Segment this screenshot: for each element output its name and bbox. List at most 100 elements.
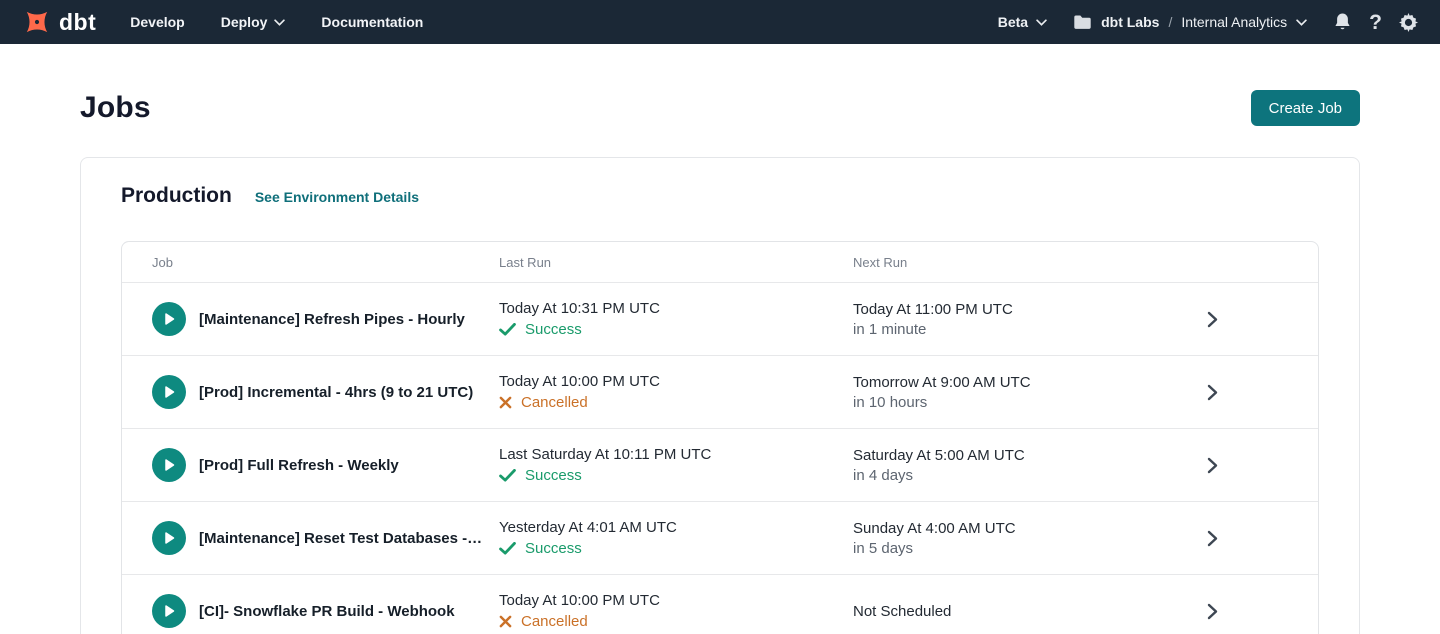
status-line: Success xyxy=(499,321,853,338)
jobs-table: Job Last Run Next Run [Maintenance] Refr… xyxy=(121,241,1319,634)
cancelled-x-icon xyxy=(499,396,512,409)
column-header-job: Job xyxy=(122,255,499,270)
nav-link-deploy[interactable]: Deploy xyxy=(221,14,286,30)
last-run-cell: Yesterday At 4:01 AM UTC Success xyxy=(499,519,853,557)
job-row[interactable]: [Maintenance] Reset Test Databases - W..… xyxy=(122,501,1318,574)
run-job-play-button[interactable] xyxy=(152,594,186,628)
job-name: [Maintenance] Refresh Pipes - Hourly xyxy=(199,311,481,328)
job-cell: [CI]- Snowflake PR Build - Webhook xyxy=(122,594,499,628)
job-name: [Maintenance] Reset Test Databases - W..… xyxy=(199,530,499,547)
last-run-cell: Today At 10:00 PM UTC Cancelled xyxy=(499,592,853,630)
page-header: Jobs Create Job xyxy=(80,90,1360,126)
job-name: [Prod] Full Refresh - Weekly xyxy=(199,457,415,474)
row-chevron-cell xyxy=(1193,311,1318,328)
nav-link-label: Deploy xyxy=(221,14,268,30)
see-environment-details-link[interactable]: See Environment Details xyxy=(255,189,419,205)
job-cell: [Maintenance] Refresh Pipes - Hourly xyxy=(122,302,499,336)
status-line: Success xyxy=(499,467,853,484)
run-job-play-button[interactable] xyxy=(152,375,186,409)
dbt-logo[interactable]: dbt xyxy=(22,7,96,37)
run-job-play-button[interactable] xyxy=(152,302,186,336)
job-name: [Prod] Incremental - 4hrs (9 to 21 UTC) xyxy=(199,384,489,401)
chevron-down-icon xyxy=(1036,19,1047,26)
status-line: Success xyxy=(499,540,853,557)
next-run-cell: Today At 11:00 PM UTC in 1 minute xyxy=(853,301,1193,338)
last-run-time: Last Saturday At 10:11 PM UTC xyxy=(499,446,853,463)
nav-link-develop[interactable]: Develop xyxy=(130,14,184,30)
environment-name: Production xyxy=(121,184,232,208)
next-run-cell: Sunday At 4:00 AM UTC in 5 days xyxy=(853,520,1193,557)
chevron-right-icon[interactable] xyxy=(1207,457,1218,474)
page-title: Jobs xyxy=(80,91,151,125)
last-run-time: Today At 10:31 PM UTC xyxy=(499,300,853,317)
jobs-table-body: [Maintenance] Refresh Pipes - Hourly Tod… xyxy=(122,282,1318,634)
status-label: Cancelled xyxy=(521,394,588,411)
run-job-play-button[interactable] xyxy=(152,448,186,482)
environment-header: Production See Environment Details xyxy=(121,184,1319,208)
job-cell: [Prod] Incremental - 4hrs (9 to 21 UTC) xyxy=(122,375,499,409)
brand-text: dbt xyxy=(59,9,96,36)
status-label: Success xyxy=(525,540,582,557)
settings-gear-icon[interactable] xyxy=(1399,13,1418,32)
folder-icon xyxy=(1073,14,1092,30)
nav-link-label: Documentation xyxy=(321,14,423,30)
next-run-relative: in 5 days xyxy=(853,540,1193,557)
success-check-icon xyxy=(499,469,516,482)
chevron-right-icon[interactable] xyxy=(1207,603,1218,620)
chevron-right-icon[interactable] xyxy=(1207,384,1218,401)
beta-dropdown[interactable]: Beta xyxy=(998,14,1047,30)
next-run-cell: Saturday At 5:00 AM UTC in 4 days xyxy=(853,447,1193,484)
row-chevron-cell xyxy=(1193,384,1318,401)
chevron-right-icon[interactable] xyxy=(1207,530,1218,547)
path-separator: / xyxy=(1168,14,1172,30)
last-run-time: Today At 10:00 PM UTC xyxy=(499,592,853,609)
nav-link-label: Develop xyxy=(130,14,184,30)
notifications-bell-icon[interactable] xyxy=(1333,12,1352,32)
next-run-time: Tomorrow At 9:00 AM UTC xyxy=(853,374,1193,391)
next-run-relative: in 1 minute xyxy=(853,321,1193,338)
cancelled-x-icon xyxy=(499,615,512,628)
next-run-cell: Not Scheduled xyxy=(853,603,1193,620)
job-row[interactable]: [Maintenance] Refresh Pipes - Hourly Tod… xyxy=(122,282,1318,355)
status-line: Cancelled xyxy=(499,613,853,630)
account-name: dbt Labs xyxy=(1101,14,1159,30)
success-check-icon xyxy=(499,323,516,336)
create-job-button[interactable]: Create Job xyxy=(1251,90,1360,126)
status-label: Success xyxy=(525,321,582,338)
row-chevron-cell xyxy=(1193,603,1318,620)
column-header-last-run: Last Run xyxy=(499,255,853,270)
job-row[interactable]: [Prod] Incremental - 4hrs (9 to 21 UTC) … xyxy=(122,355,1318,428)
run-job-play-button[interactable] xyxy=(152,521,186,555)
job-row[interactable]: [Prod] Full Refresh - Weekly Last Saturd… xyxy=(122,428,1318,501)
next-run-cell: Tomorrow At 9:00 AM UTC in 10 hours xyxy=(853,374,1193,411)
last-run-cell: Today At 10:31 PM UTC Success xyxy=(499,300,853,338)
success-check-icon xyxy=(499,542,516,555)
environment-card: Production See Environment Details Job L… xyxy=(80,157,1360,634)
next-run-time: Sunday At 4:00 AM UTC xyxy=(853,520,1193,537)
last-run-time: Yesterday At 4:01 AM UTC xyxy=(499,519,853,536)
last-run-cell: Last Saturday At 10:11 PM UTC Success xyxy=(499,446,853,484)
project-name: Internal Analytics xyxy=(1181,14,1287,30)
job-name: [CI]- Snowflake PR Build - Webhook xyxy=(199,603,471,620)
row-chevron-cell xyxy=(1193,530,1318,547)
nav-links: Develop Deploy Documentation xyxy=(130,14,423,30)
last-run-time: Today At 10:00 PM UTC xyxy=(499,373,853,390)
dbt-logo-icon xyxy=(22,7,52,37)
next-run-time: Today At 11:00 PM UTC xyxy=(853,301,1193,318)
last-run-cell: Today At 10:00 PM UTC Cancelled xyxy=(499,373,853,411)
row-chevron-cell xyxy=(1193,457,1318,474)
project-switcher[interactable]: dbt Labs / Internal Analytics xyxy=(1073,14,1307,30)
navbar-right: Beta dbt Labs / Internal Analytics xyxy=(998,12,1418,33)
next-run-time: Saturday At 5:00 AM UTC xyxy=(853,447,1193,464)
chevron-right-icon[interactable] xyxy=(1207,311,1218,328)
job-row[interactable]: [CI]- Snowflake PR Build - Webhook Today… xyxy=(122,574,1318,634)
chevron-down-icon xyxy=(274,19,285,26)
jobs-table-header: Job Last Run Next Run xyxy=(122,242,1318,282)
next-run-relative: in 4 days xyxy=(853,467,1193,484)
job-cell: [Maintenance] Reset Test Databases - W..… xyxy=(122,521,499,555)
status-label: Cancelled xyxy=(521,613,588,630)
nav-link-documentation[interactable]: Documentation xyxy=(321,14,423,30)
help-icon[interactable]: ? xyxy=(1369,12,1382,33)
column-header-next-run: Next Run xyxy=(853,255,1193,270)
navbar-icons: ? xyxy=(1333,12,1418,33)
